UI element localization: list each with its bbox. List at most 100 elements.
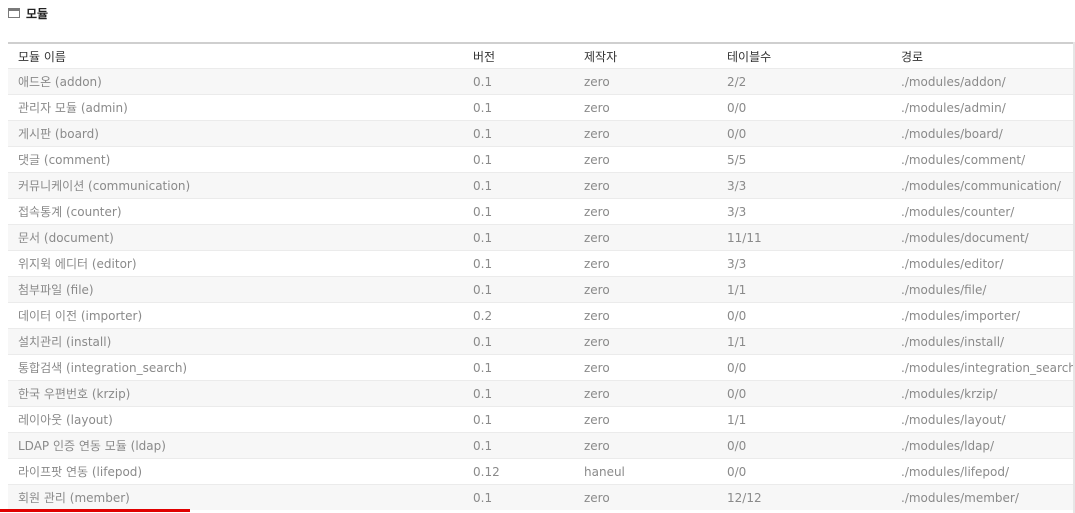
cell-path: ./modules/member/ [891,484,1075,510]
cell-version: 0.1 [463,432,574,459]
table-row: 통합검색 (integration_search) 0.1 zero 0/0 ./mod… [8,354,1075,381]
cell-version: 0.1 [463,406,574,433]
cell-module-name: 댓글 (comment) [8,146,463,173]
cell-author: zero [574,380,717,407]
cell-path: ./modules/counter/ [891,198,1075,225]
table-header-row: 모듈 이름 버전 제작자 테이블수 경로 [8,43,1075,69]
cell-author: zero [574,328,717,355]
module-table: 모듈 이름 버전 제작자 테이블수 경로 애드온 (addon) 0.1 zero 2… [8,42,1075,510]
cell-author: zero [574,302,717,329]
cell-module-name: 관리자 모듈 (admin) [8,94,463,121]
cell-path: ./modules/krzip/ [891,380,1075,407]
header-path: 경로 [901,49,924,64]
cell-path: ./modules/document/ [891,224,1075,251]
cell-module-name: 접속통계 (counter) [8,198,463,225]
cell-module-name: 한국 우편번호 (krzip) [8,380,463,407]
table-row: 위지윅 에디터 (editor) 0.1 zero 3/3 ./modules/edit… [8,250,1075,277]
cell-table-count: 1/1 [717,328,891,355]
page: 모듈 모듈 이름 버전 제작자 테이블수 경로 애드온 (addon) 0.1 ze… [0,0,1075,513]
cell-table-count: 0/0 [717,380,891,407]
cell-module-name: 설치관리 (install) [8,328,463,355]
cell-version: 0.1 [463,172,574,199]
table-row: 라이프팟 연동 (lifepod) 0.12 haneul 0/0 ./modules/… [8,458,1075,485]
cell-module-name: 통합검색 (integration_search) [8,354,463,381]
table-row: 접속통계 (counter) 0.1 zero 3/3 ./modules/counte… [8,198,1075,225]
cell-path: ./modules/board/ [891,120,1075,147]
table-row: 문서 (document) 0.1 zero 11/11 ./modules/docum… [8,224,1075,251]
module-rows: 애드온 (addon) 0.1 zero 2/2 ./modules/addon/관리자… [8,68,1075,510]
cell-module-name: 첨부파일 (file) [8,276,463,303]
cell-path: ./modules/addon/ [891,68,1075,95]
cell-module-name: 게시판 (board) [8,120,463,147]
section-header: 모듈 [8,4,48,22]
cell-module-name: 라이프팟 연동 (lifepod) [8,458,463,485]
cell-module-name: 커뮤니케이션 (communication) [8,172,463,199]
cell-author: zero [574,94,717,121]
cell-version: 0.1 [463,276,574,303]
table-row: 레이아웃 (layout) 0.1 zero 1/1 ./modules/layout/ [8,406,1075,433]
cell-author: zero [574,276,717,303]
cell-author: zero [574,432,717,459]
cell-path: ./modules/integration_search/ [891,354,1075,381]
cell-author: zero [574,224,717,251]
cell-table-count: 3/3 [717,198,891,225]
cell-path: ./modules/comment/ [891,146,1075,173]
cell-table-count: 0/0 [717,94,891,121]
cell-version: 0.2 [463,302,574,329]
section-title: 모듈 [26,6,49,21]
cell-author: zero [574,198,717,225]
cell-path: ./modules/file/ [891,276,1075,303]
cell-author: zero [574,250,717,277]
cell-table-count: 0/0 [717,354,891,381]
cell-module-name: LDAP 인증 연동 모듈 (ldap) [8,432,463,459]
header-version: 버전 [473,49,496,64]
cell-table-count: 1/1 [717,406,891,433]
cell-path: ./modules/ldap/ [891,432,1075,459]
cell-table-count: 11/11 [717,224,891,251]
cell-path: ./modules/lifepod/ [891,458,1075,485]
table-row: 댓글 (comment) 0.1 zero 5/5 ./modules/comment/ [8,146,1075,173]
table-row: 첨부파일 (file) 0.1 zero 1/1 ./modules/file/ [8,276,1075,303]
cell-table-count: 0/0 [717,120,891,147]
cell-version: 0.1 [463,250,574,277]
cell-version: 0.1 [463,146,574,173]
cell-version: 0.1 [463,354,574,381]
cell-path: ./modules/install/ [891,328,1075,355]
cell-author: zero [574,172,717,199]
cell-module-name: 회원 관리 (member) [8,484,463,510]
cell-module-name: 레이아웃 (layout) [8,406,463,433]
cell-author: haneul [574,458,717,485]
cell-path: ./modules/importer/ [891,302,1075,329]
table-row: 회원 관리 (member) 0.1 zero 12/12 ./modules/memb… [8,484,1075,510]
header-table-count: 테이블수 [727,49,772,64]
accent-bar [0,509,190,512]
table-row: 게시판 (board) 0.1 zero 0/0 ./modules/board/ [8,120,1075,147]
cell-version: 0.1 [463,328,574,355]
cell-author: zero [574,146,717,173]
cell-author: zero [574,406,717,433]
cell-table-count: 0/0 [717,432,891,459]
cell-version: 0.1 [463,94,574,121]
cell-table-count: 3/3 [717,172,891,199]
cell-table-count: 12/12 [717,484,891,510]
cell-author: zero [574,354,717,381]
cell-path: ./modules/communication/ [891,172,1075,199]
cell-author: zero [574,68,717,95]
header-module-name: 모듈 이름 [18,49,66,64]
window-icon [8,8,20,18]
cell-version: 0.1 [463,68,574,95]
table-row: 애드온 (addon) 0.1 zero 2/2 ./modules/addon/ [8,68,1075,95]
cell-version: 0.12 [463,458,574,485]
cell-path: ./modules/editor/ [891,250,1075,277]
cell-version: 0.1 [463,198,574,225]
cell-table-count: 5/5 [717,146,891,173]
table-row: 한국 우편번호 (krzip) 0.1 zero 0/0 ./modules/krzip… [8,380,1075,407]
cell-table-count: 2/2 [717,68,891,95]
cell-version: 0.1 [463,484,574,510]
cell-version: 0.1 [463,224,574,251]
header-author: 제작자 [584,49,618,64]
cell-module-name: 문서 (document) [8,224,463,251]
table-row: LDAP 인증 연동 모듈 (ldap) 0.1 zero 0/0 ./modules/… [8,432,1075,459]
cell-author: zero [574,484,717,510]
cell-module-name: 위지윅 에디터 (editor) [8,250,463,277]
